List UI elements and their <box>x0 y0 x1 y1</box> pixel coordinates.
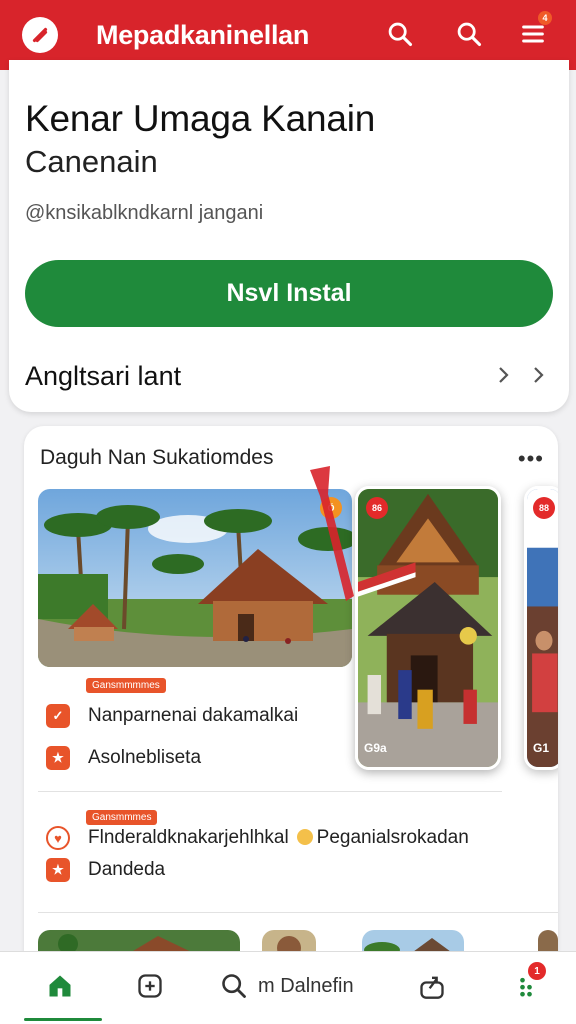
feature-text: Dandeda <box>88 859 166 880</box>
bottom-navigation: m Dalnefin 1 <box>0 951 576 1024</box>
chevron-right-icon <box>495 360 513 390</box>
nav-home[interactable] <box>46 970 74 1002</box>
app-name: Kenar Umaga Kanain <box>25 98 376 139</box>
screenshot-3[interactable]: 88 G1 <box>524 486 558 770</box>
star-icon: ★ <box>46 858 70 882</box>
header-title: Mepadkaninellan <box>96 20 310 50</box>
nav-add[interactable] <box>136 970 164 1002</box>
screenshot-caption: G1 <box>533 741 550 755</box>
feature-tag: Gansmmmmes <box>86 678 166 693</box>
app-subtitle: Canenain <box>25 144 158 179</box>
screenshot-caption: G9a <box>364 741 387 755</box>
notification-badge: 4 <box>538 11 552 25</box>
feature-item: ♥ Flnderaldknakarjehlhkal Peganialsrokada… <box>46 826 469 850</box>
feature-text: Flnderaldknakarjehlhkal Peganialsrokadan <box>88 827 469 848</box>
screenshot-2[interactable]: 86 G9a <box>355 486 501 770</box>
install-button[interactable]: Nsvl Instal <box>25 260 553 327</box>
feature-item: ✓ Nanparnenai dakamalkai <box>46 704 298 728</box>
screenshot-badge: 88 <box>533 497 555 519</box>
more-options-icon[interactable]: ••• <box>518 446 544 472</box>
search-icon <box>222 974 246 998</box>
app-info-card: Kenar Umaga Kanain Canenain @knsikablknd… <box>9 60 569 412</box>
menu-icon[interactable]: 4 <box>516 11 552 51</box>
search-icon-secondary[interactable] <box>452 17 486 51</box>
nav-search[interactable]: m Dalnefin <box>220 970 354 1002</box>
about-app-row[interactable]: Angltsari lant <box>25 352 553 400</box>
heart-icon: ♥ <box>46 826 70 850</box>
chevron-right-icon[interactable] <box>530 360 548 390</box>
divider <box>38 791 502 792</box>
feature-tag: Gansmmmes <box>86 810 158 825</box>
smile-icon <box>296 829 313 845</box>
feature-text: Asolnebliseta <box>88 747 202 768</box>
screenshot-badge: 86 <box>366 497 388 519</box>
add-icon <box>138 974 162 998</box>
home-icon <box>49 975 71 997</box>
active-tab-indicator <box>24 1018 102 1021</box>
search-icon[interactable] <box>383 17 417 51</box>
feature-item: ★ Asolnebliseta <box>46 746 201 770</box>
feature-item: ★ Dandeda <box>46 858 165 882</box>
pointer-arrow-icon <box>310 466 354 601</box>
star-icon: ★ <box>46 746 70 770</box>
feature-text: Nanparnenai dakamalkai <box>88 705 299 726</box>
about-app-label: Angltsari lant <box>25 360 182 391</box>
screenshot-1[interactable]: Ö <box>38 489 352 667</box>
nav-share[interactable] <box>418 970 446 1002</box>
apps-badge: 1 <box>528 962 546 980</box>
nav-apps[interactable]: 1 <box>512 962 546 1002</box>
divider <box>38 912 558 913</box>
share-icon <box>420 976 444 999</box>
developer-name[interactable]: @knsikablkndkarnl jangani <box>25 202 263 225</box>
screenshots-section: Daguh Nan Sukatiomdes ••• Ö <box>24 426 558 1024</box>
check-icon: ✓ <box>46 704 70 728</box>
section-title: Daguh Nan Sukatiomdes <box>40 446 274 469</box>
logo-icon[interactable] <box>22 17 58 53</box>
nav-search-label: m Dalnefin <box>258 974 354 997</box>
